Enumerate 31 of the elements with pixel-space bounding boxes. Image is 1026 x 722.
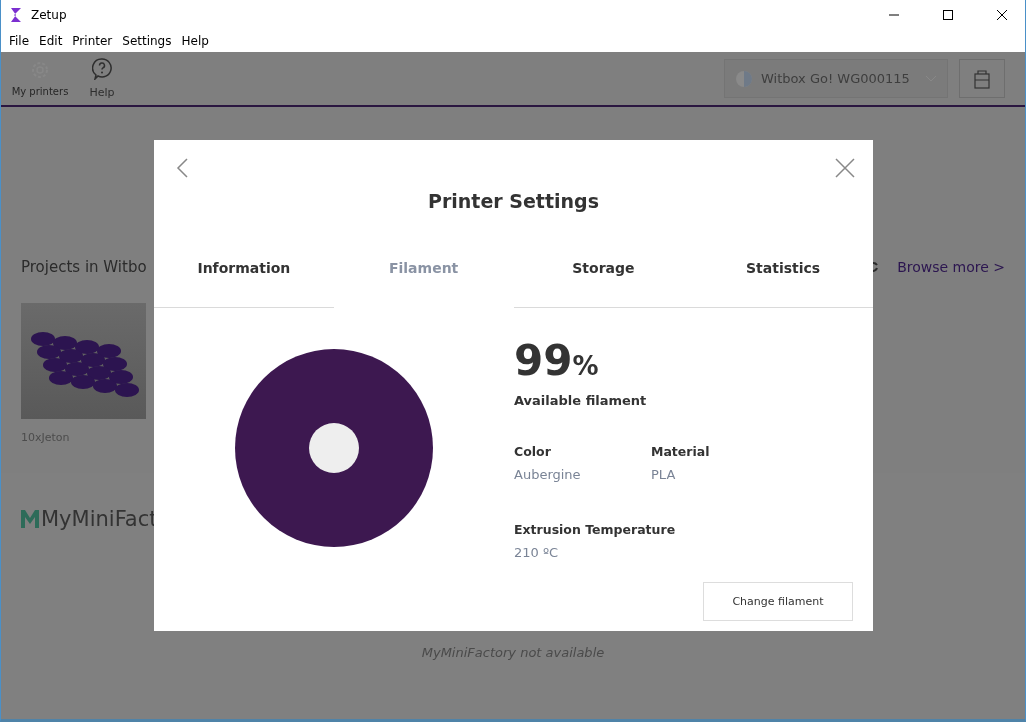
tab[interactable]: Storage: [513, 248, 694, 308]
field-value: 210 ºC: [514, 545, 560, 560]
filament-percentage: 99%: [514, 340, 600, 382]
field-value: PLA: [651, 467, 677, 482]
menu-item[interactable]: Printer: [67, 34, 118, 48]
field-label: Extrusion Temperature: [514, 522, 676, 537]
m-logo-icon: [21, 510, 39, 528]
half-circle-icon: [735, 69, 753, 88]
close-icon[interactable]: [835, 158, 855, 178]
app-logo-icon: [9, 7, 23, 23]
percentage-caption: Available filament: [514, 393, 648, 408]
back-icon[interactable]: [176, 158, 188, 178]
printer-button[interactable]: [959, 59, 1005, 98]
field-value: Aubergine: [514, 467, 582, 482]
menu-item[interactable]: Settings: [117, 34, 177, 48]
window-title: Zetup: [31, 8, 68, 22]
browse-more-link[interactable]: Browse more >: [897, 259, 1005, 275]
menu-item[interactable]: File: [4, 34, 35, 48]
menu-item[interactable]: Help: [176, 34, 214, 48]
field-label: Color: [514, 444, 551, 459]
section-title: Projects in Witbo: [21, 258, 147, 276]
tab[interactable]: Information: [154, 248, 334, 308]
logo-text: MyMiniFact: [41, 507, 158, 531]
close-icon: [997, 10, 1007, 20]
help-icon: [92, 58, 112, 80]
dialog-title: Printer Settings: [427, 190, 600, 212]
menu-item[interactable]: Edit: [34, 34, 68, 48]
tab[interactable]: Statistics: [693, 248, 873, 308]
field-label: Material: [651, 444, 710, 459]
maximize-icon: [943, 10, 953, 20]
change-filament-button[interactable]: Change filament: [703, 582, 853, 621]
